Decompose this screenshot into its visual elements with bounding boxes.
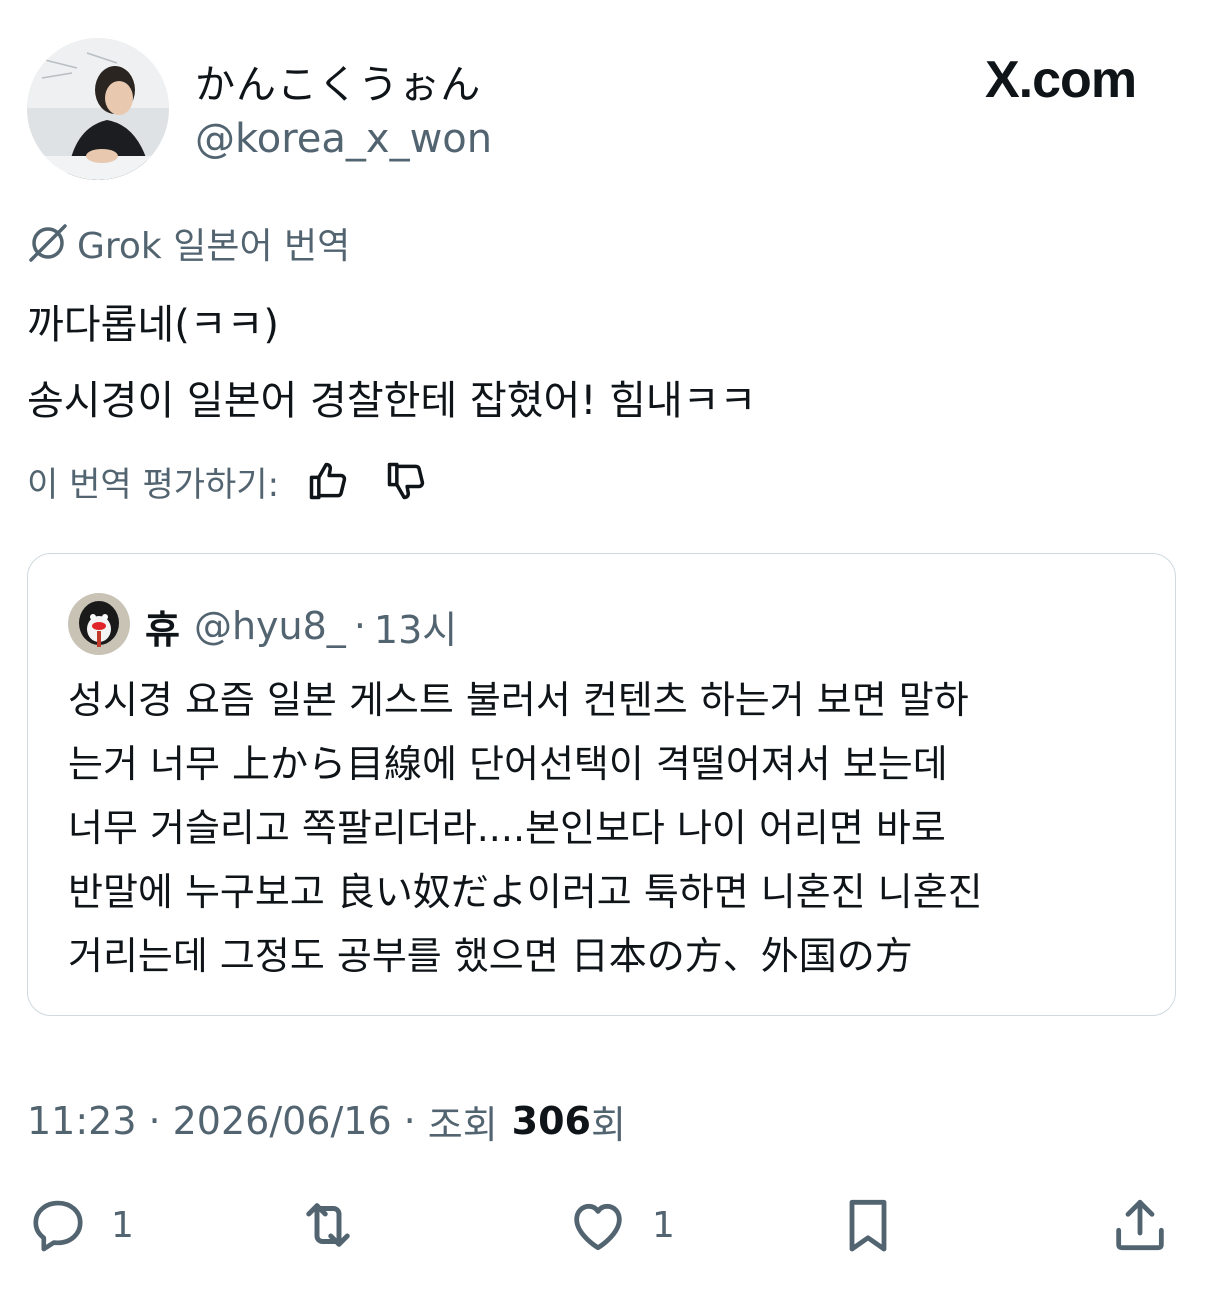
author-avatar[interactable] — [27, 38, 169, 180]
like-button[interactable]: 1 — [566, 1190, 675, 1260]
separator-dot: · — [353, 604, 366, 648]
quoted-tweet-header: 휴 @hyu8_ · 13시 — [145, 599, 458, 654]
like-count: 1 — [652, 1204, 675, 1246]
x-logo: X.com — [985, 51, 1137, 109]
separator-dot: · — [403, 1099, 416, 1143]
reply-count: 1 — [111, 1204, 134, 1246]
quoted-author-avatar[interactable] — [68, 593, 130, 655]
share-button[interactable] — [1108, 1190, 1172, 1260]
tweet-text-line: 까다롭네(ㅋㅋ) — [27, 302, 280, 348]
repost-icon — [306, 1203, 350, 1247]
author-handle[interactable]: @korea_x_won — [195, 116, 492, 162]
views-label: 조회 — [427, 1102, 498, 1147]
tweet-date[interactable]: 2026/06/16 — [173, 1099, 392, 1143]
author-display-name[interactable]: かんこくうぉん — [195, 52, 481, 110]
quoted-text-line: 성시경 요즘 일본 게스트 불러서 컨텐츠 하는거 보면 말하 — [68, 678, 969, 722]
quoted-tweet-text: 성시경 요즘 일본 게스트 불러서 컨텐츠 하는거 보면 말하 는거 너무 上か… — [68, 668, 1148, 988]
quoted-text-line: 반말에 누구보고 良い奴だよ이러고 툭하면 니혼진 니혼진 — [68, 870, 983, 914]
quoted-author-handle[interactable]: @hyu8_ — [194, 604, 346, 648]
quoted-text-line: 너무 거슬리고 쪽팔리더라....본인보다 나이 어리면 바로 — [68, 806, 946, 850]
reply-button[interactable]: 1 — [27, 1190, 134, 1260]
views-suffix: 회 — [590, 1102, 626, 1147]
grok-label-text: Grok 일본어 번역 — [77, 226, 351, 267]
share-icon — [1116, 1199, 1164, 1251]
thumbs-down-button[interactable] — [379, 456, 433, 506]
grok-icon — [29, 224, 67, 262]
x-logo-text: X.com — [985, 51, 1137, 109]
quoted-text-line: 는거 너무 上から目線에 단어선택이 격떨어져서 보는데 — [68, 742, 948, 786]
reply-icon — [33, 1200, 83, 1252]
thumbs-up-button[interactable] — [301, 456, 355, 506]
grok-translation-label: Grok 일본어 번역 — [27, 220, 351, 267]
quoted-text-line: 거리는데 그정도 공부를 했으면 日本の方、外国の方 — [68, 934, 913, 978]
heart-icon — [574, 1203, 622, 1251]
tweet-meta: 11:23 · 2026/06/16 · 조회 306 회 — [27, 1093, 626, 1149]
thumbs-down-icon — [387, 462, 425, 500]
bookmark-button[interactable] — [836, 1190, 900, 1260]
separator-dot: · — [148, 1099, 161, 1143]
thumbs-up-icon — [309, 462, 347, 500]
repost-button[interactable] — [295, 1190, 361, 1260]
quoted-tweet-time: 13시 — [373, 607, 458, 652]
quoted-author-name[interactable]: 휴 — [145, 599, 180, 654]
views-count: 306 — [511, 1099, 591, 1143]
rate-translation-row: 이 번역 평가하기: — [27, 456, 433, 506]
rate-prompt: 이 번역 평가하기: — [27, 464, 280, 505]
tweet-text-line: 송시경이 일본어 경찰한테 잡혔어! 힘내ㅋㅋ — [27, 378, 757, 424]
tweet-time[interactable]: 11:23 — [27, 1099, 137, 1143]
bookmark-icon — [849, 1199, 887, 1252]
